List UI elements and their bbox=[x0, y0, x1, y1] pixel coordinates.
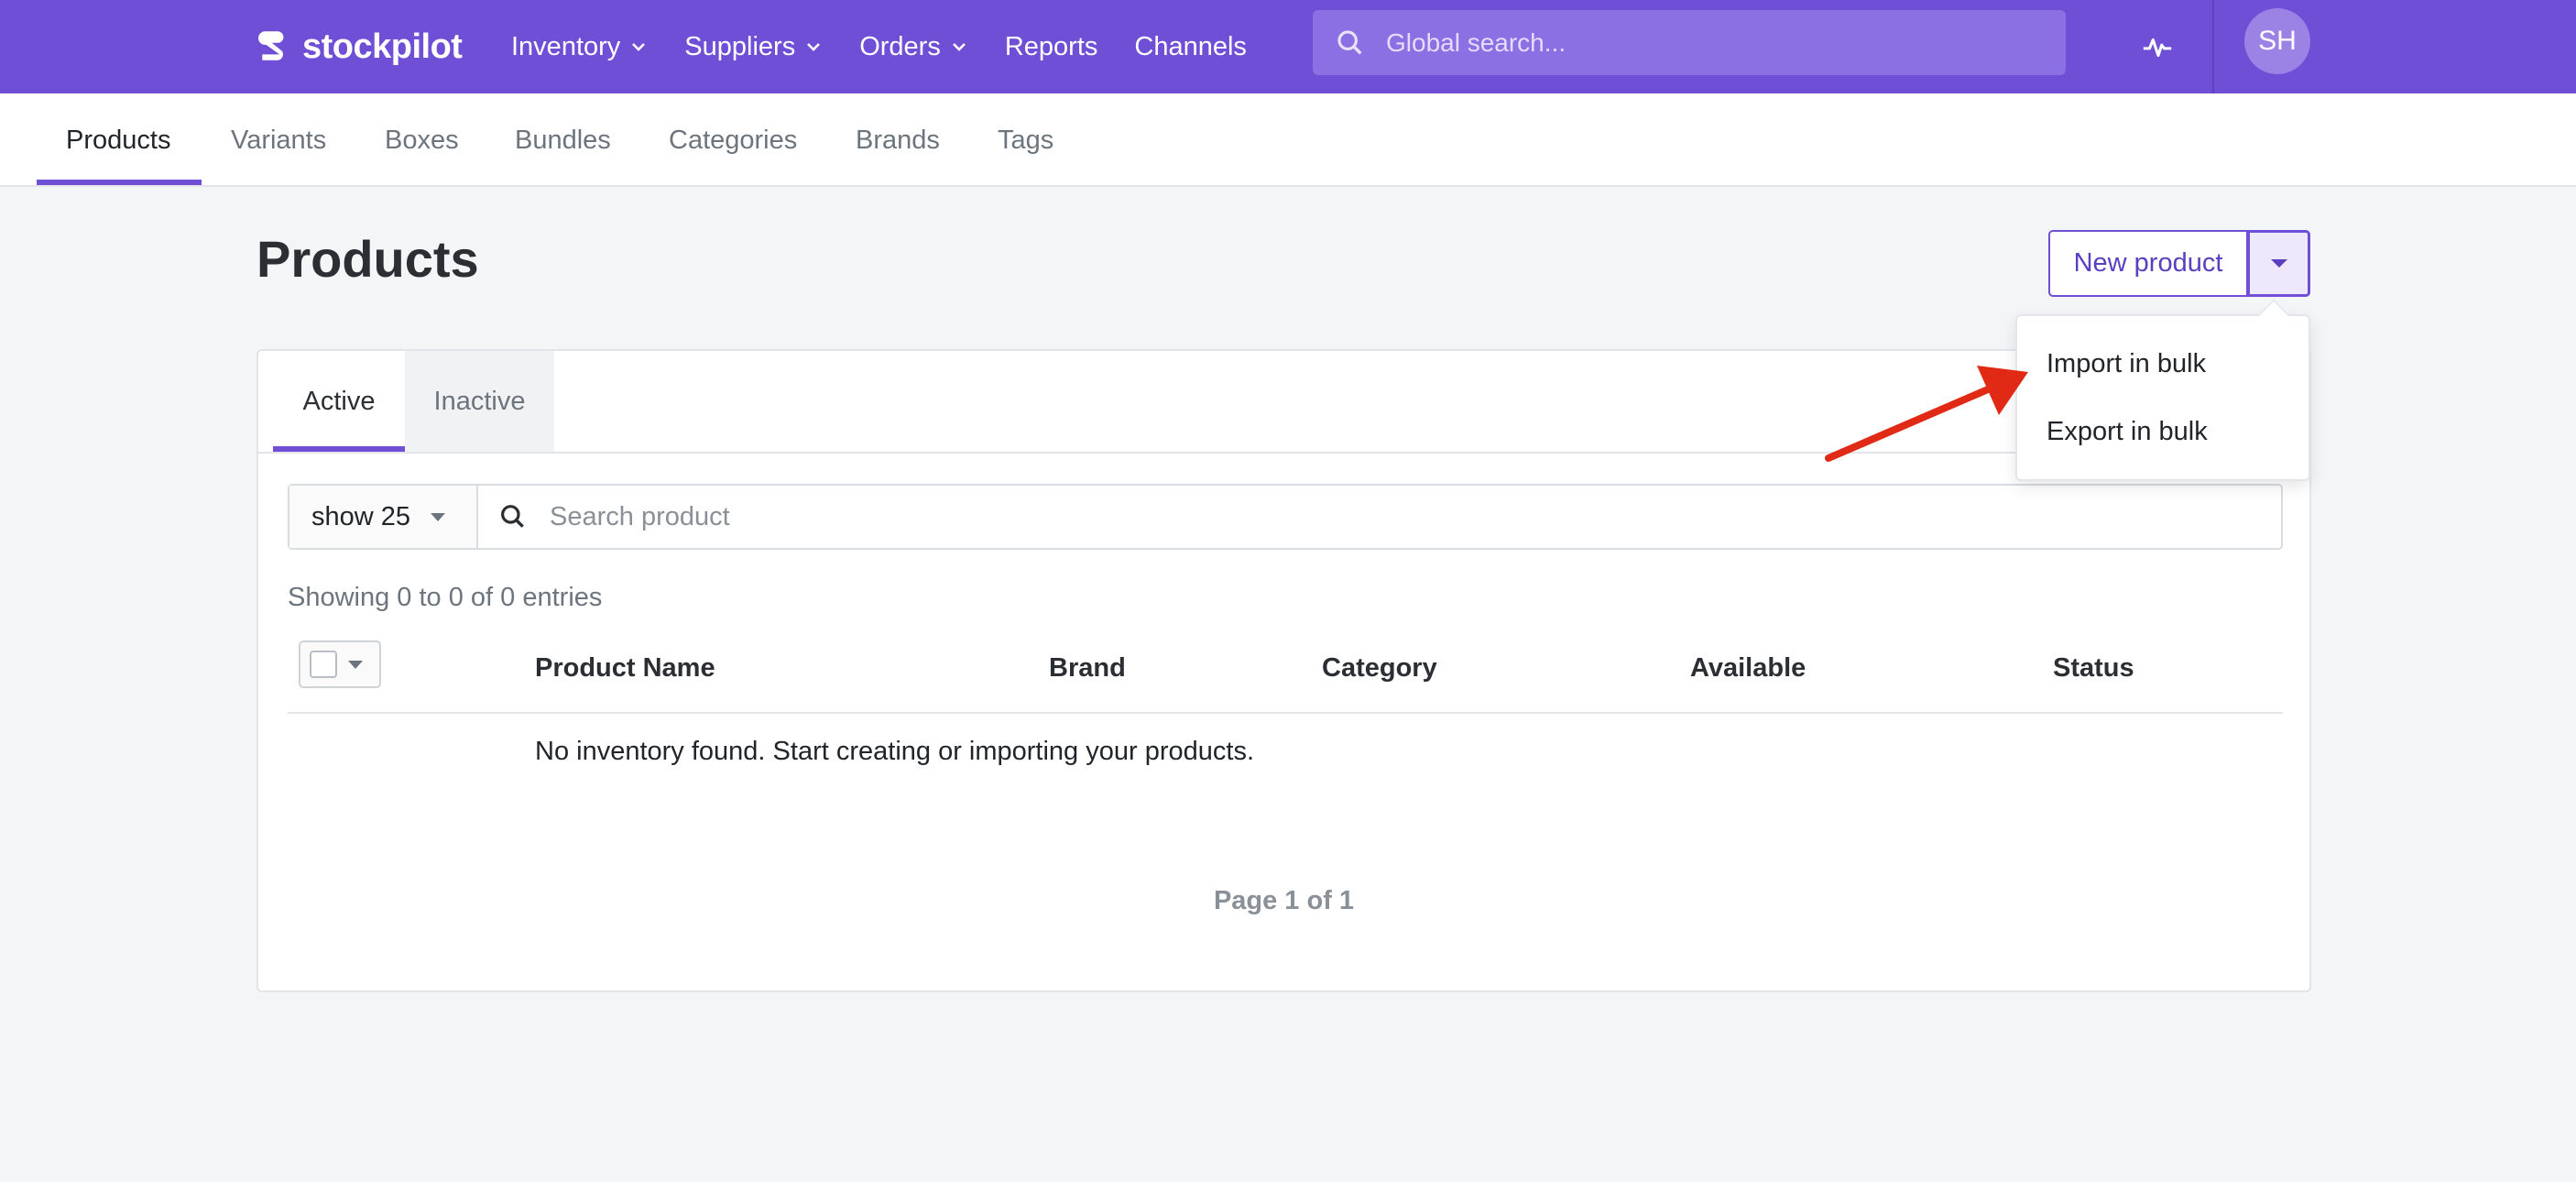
new-product-dropdown-toggle[interactable] bbox=[2248, 230, 2310, 297]
new-product-dropdown-menu: Import in bulk Export in bulk bbox=[2015, 314, 2310, 481]
nav-suppliers[interactable]: Suppliers bbox=[684, 32, 823, 62]
subtab-label: Variants bbox=[231, 125, 327, 155]
nav-inventory[interactable]: Inventory bbox=[511, 32, 648, 62]
subtab-label: Boxes bbox=[385, 125, 459, 155]
entries-summary: Showing 0 to 0 of 0 entries bbox=[288, 583, 603, 612]
column-status[interactable]: Status bbox=[2053, 653, 2134, 684]
tab-label: Inactive bbox=[433, 386, 526, 416]
menu-item-import-bulk[interactable]: Import in bulk bbox=[2047, 349, 2206, 379]
caret-down-icon bbox=[348, 660, 363, 669]
subtab-tags[interactable]: Tags bbox=[998, 93, 1053, 187]
search-icon bbox=[501, 505, 524, 528]
chevron-down-icon bbox=[952, 43, 966, 51]
column-brand[interactable]: Brand bbox=[1049, 653, 1126, 684]
main-nav: Inventory Suppliers Orders Reports Chann… bbox=[511, 0, 1283, 93]
activity-button[interactable] bbox=[2134, 24, 2180, 70]
nav-channels-label: Channels bbox=[1134, 31, 1247, 61]
subtab-label: Bundles bbox=[515, 125, 611, 155]
user-avatar[interactable]: SH bbox=[2244, 8, 2310, 74]
chevron-down-icon bbox=[632, 43, 646, 51]
status-tabs: Active Inactive bbox=[258, 351, 2309, 454]
caret-down-icon bbox=[2270, 259, 2287, 268]
subtab-boxes[interactable]: Boxes bbox=[385, 93, 459, 187]
subtab-products[interactable]: Products bbox=[66, 93, 170, 187]
nav-suppliers-label: Suppliers bbox=[684, 31, 796, 61]
subtab-label: Categories bbox=[669, 125, 798, 155]
subtab-label: Brands bbox=[856, 125, 940, 155]
top-navbar: stockpilot Inventory Suppliers Orders Re… bbox=[0, 0, 2576, 93]
sub-navigation: Products Variants Boxes Bundles Categori… bbox=[0, 93, 2576, 187]
stockpilot-logo-icon bbox=[258, 31, 284, 60]
select-all-checkbox[interactable] bbox=[310, 651, 337, 678]
nav-channels[interactable]: Channels bbox=[1134, 32, 1247, 62]
avatar-initials: SH bbox=[2258, 26, 2297, 56]
subtab-brands[interactable]: Brands bbox=[856, 93, 940, 187]
pulse-icon bbox=[2143, 38, 2172, 58]
menu-item-export-bulk[interactable]: Export in bulk bbox=[2047, 417, 2208, 447]
tab-label: Active bbox=[302, 386, 376, 416]
nav-inventory-label: Inventory bbox=[511, 31, 621, 61]
nav-reports[interactable]: Reports bbox=[1005, 32, 1098, 62]
navbar-divider bbox=[2212, 0, 2214, 93]
pagination-info: Page 1 of 1 bbox=[1213, 886, 1355, 915]
global-search-input[interactable] bbox=[1386, 10, 2066, 75]
empty-state-message: No inventory found. Start creating or im… bbox=[535, 737, 1254, 766]
global-search[interactable] bbox=[1313, 10, 2066, 75]
column-available[interactable]: Available bbox=[1690, 653, 1806, 684]
caret-down-icon bbox=[431, 512, 446, 521]
subtab-label: Tags bbox=[998, 125, 1054, 155]
page-title: Products bbox=[257, 230, 479, 288]
column-category[interactable]: Category bbox=[1322, 653, 1437, 684]
table-header: Product Name Brand Category Available St… bbox=[288, 635, 2283, 714]
brand-logo[interactable]: stockpilot bbox=[257, 24, 463, 70]
select-all-dropdown[interactable] bbox=[299, 640, 381, 688]
subtab-bundles[interactable]: Bundles bbox=[515, 93, 611, 187]
column-product-name[interactable]: Product Name bbox=[535, 653, 715, 684]
brand-name: stockpilot bbox=[302, 27, 463, 66]
new-product-label: New product bbox=[2073, 248, 2223, 278]
products-card: Active Inactive show 25 Showing 0 to 0 o… bbox=[257, 349, 2311, 992]
new-product-button-group: New product bbox=[2048, 230, 2310, 297]
active-subtab-indicator bbox=[37, 180, 202, 185]
new-product-button[interactable]: New product bbox=[2048, 230, 2248, 297]
chevron-down-icon bbox=[807, 43, 821, 51]
product-search[interactable] bbox=[478, 486, 2281, 548]
page-size-label: show 25 bbox=[311, 501, 411, 531]
table-controls: show 25 bbox=[288, 484, 2283, 550]
nav-orders[interactable]: Orders bbox=[859, 32, 968, 62]
subtab-label: Products bbox=[66, 125, 171, 155]
search-icon bbox=[1337, 29, 1362, 55]
tab-active[interactable]: Active bbox=[273, 351, 405, 452]
nav-orders-label: Orders bbox=[859, 31, 941, 61]
subtab-categories[interactable]: Categories bbox=[669, 93, 797, 187]
page-size-select[interactable]: show 25 bbox=[289, 486, 478, 548]
subtab-variants[interactable]: Variants bbox=[231, 93, 326, 187]
nav-reports-label: Reports bbox=[1004, 31, 1098, 61]
product-search-input[interactable] bbox=[550, 486, 2281, 548]
tab-inactive[interactable]: Inactive bbox=[405, 351, 554, 452]
